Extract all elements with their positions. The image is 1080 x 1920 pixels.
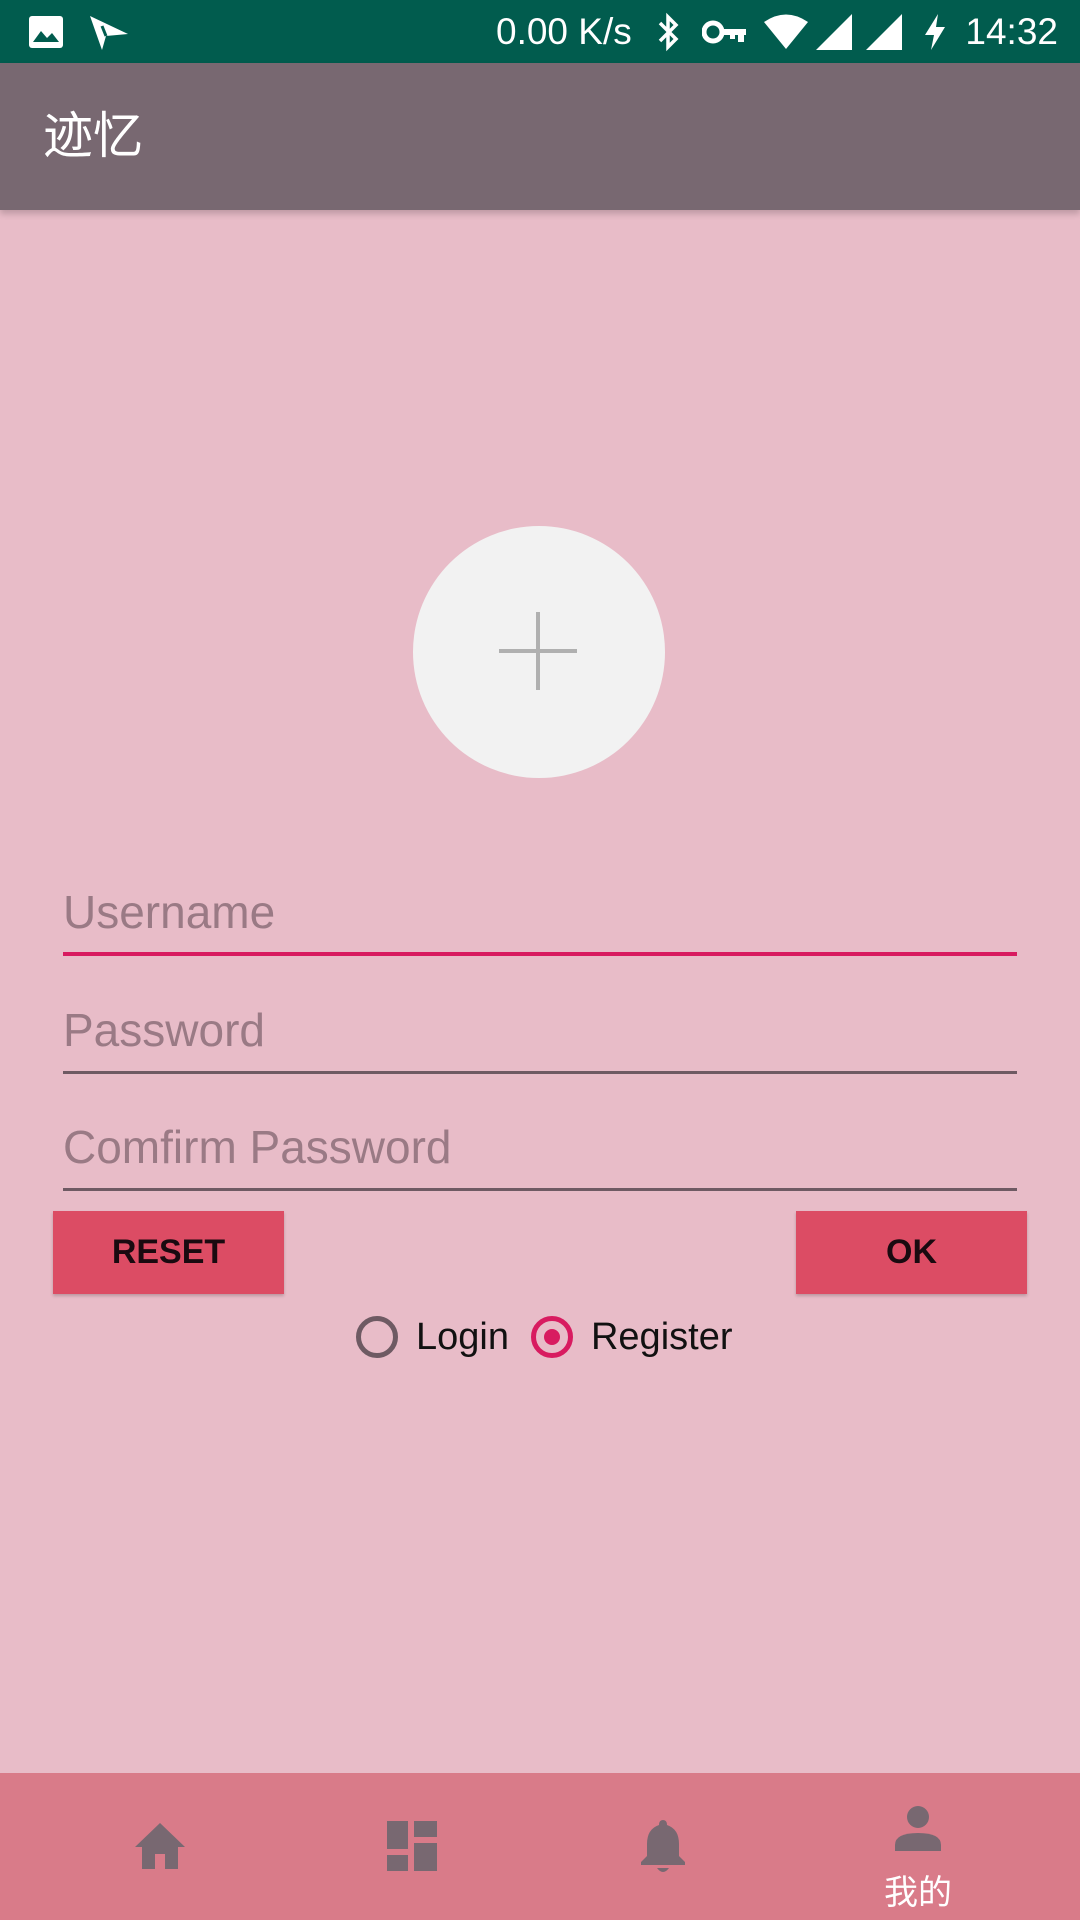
- username-underline: [63, 952, 1017, 956]
- register-radio-button[interactable]: [530, 1316, 573, 1358]
- username-input[interactable]: [63, 872, 1017, 952]
- person-icon: [895, 1806, 941, 1851]
- notifications-icon: [641, 1820, 685, 1872]
- password-input[interactable]: [63, 990, 1017, 1070]
- status-bar: 0.00 K/s 14:32: [0, 0, 1080, 63]
- confirm-password-field: [63, 1107, 1017, 1191]
- password-field: [63, 990, 1017, 1074]
- bluetooth-icon: [656, 0, 682, 63]
- register-radio[interactable]: Register: [530, 1315, 733, 1359]
- clock: 14:32: [965, 11, 1058, 52]
- avatar-picker[interactable]: [413, 526, 665, 778]
- wifi-icon: [762, 0, 810, 63]
- username-field: [63, 872, 1017, 956]
- nav-item-profile-label: 我的: [884, 1873, 952, 1913]
- nav-item-home[interactable]: [25, 1773, 295, 1920]
- app-screen: 0.00 K/s 14:32 迹忆 Username RESET OK Logi…: [0, 0, 1080, 1920]
- confirm-password-underline: [63, 1188, 1017, 1191]
- login-radio-button[interactable]: [356, 1316, 398, 1358]
- confirm-password-input[interactable]: [63, 1107, 1017, 1187]
- dashboard-icon: [387, 1821, 437, 1871]
- reset-button[interactable]: RESET: [53, 1211, 284, 1294]
- password-underline: [63, 1071, 1017, 1074]
- nav-item-dashboard[interactable]: [279, 1773, 549, 1920]
- nav-item-notifications[interactable]: [531, 1773, 801, 1920]
- signal-icon: [814, 0, 854, 63]
- image-icon: [28, 0, 64, 63]
- bottom-navigation: 我的: [0, 1773, 1080, 1920]
- page-title: 迹忆: [43, 107, 143, 165]
- register-radio-label: Register: [590, 1315, 733, 1358]
- charging-icon: [922, 0, 948, 63]
- network-speed: 0.00 K/s: [496, 11, 632, 52]
- add-icon: [499, 612, 577, 690]
- login-radio[interactable]: Login: [356, 1316, 509, 1359]
- home-icon: [135, 1823, 185, 1869]
- send-icon: [88, 0, 130, 63]
- ok-button[interactable]: OK: [796, 1211, 1027, 1294]
- mode-radio-group: Login Register: [356, 1309, 732, 1365]
- login-radio-label: Login: [416, 1315, 509, 1358]
- signal-icon: [864, 0, 904, 63]
- app-bar: 迹忆: [0, 63, 1080, 210]
- vpn-key-icon: [702, 0, 748, 63]
- nav-item-profile[interactable]: 我的: [783, 1773, 1053, 1920]
